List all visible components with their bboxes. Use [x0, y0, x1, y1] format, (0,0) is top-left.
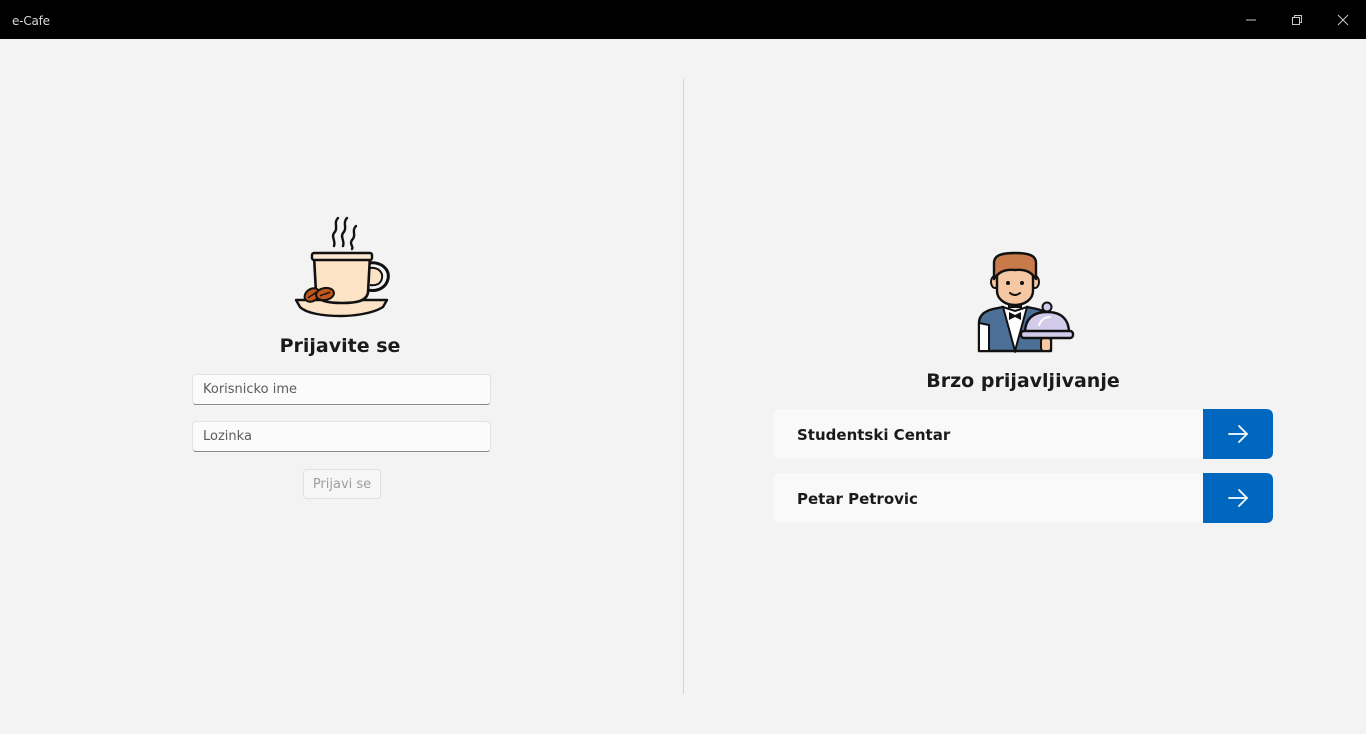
restore-button[interactable] — [1274, 0, 1320, 39]
close-icon — [1337, 14, 1349, 25]
quick-login-card[interactable]: Petar Petrovic — [773, 473, 1273, 523]
quick-login-button[interactable] — [1203, 473, 1273, 523]
arrow-right-icon — [1228, 425, 1248, 443]
restore-icon — [1292, 14, 1302, 25]
username-field[interactable] — [192, 374, 491, 405]
quick-login-user-name: Petar Petrovic — [797, 490, 918, 508]
minimize-button[interactable] — [1228, 0, 1274, 39]
login-button[interactable]: Prijavi se — [303, 469, 381, 499]
panel-divider — [683, 79, 684, 694]
title-bar: e-Cafe — [0, 0, 1366, 39]
waiter-icon — [977, 251, 1075, 353]
quick-login-user-name: Studentski Centar — [797, 426, 951, 444]
password-field[interactable] — [192, 421, 491, 452]
close-button[interactable] — [1320, 0, 1366, 39]
quick-login-card[interactable]: Studentski Centar — [773, 409, 1273, 459]
login-title: Prijavite se — [279, 335, 401, 357]
coffee-cup-icon — [294, 216, 390, 318]
arrow-right-icon — [1228, 489, 1248, 507]
minimize-icon — [1246, 19, 1256, 20]
quick-login-title: Brzo prijavljivanje — [926, 370, 1120, 392]
quick-login-button[interactable] — [1203, 409, 1273, 459]
app-title: e-Cafe — [12, 14, 50, 28]
